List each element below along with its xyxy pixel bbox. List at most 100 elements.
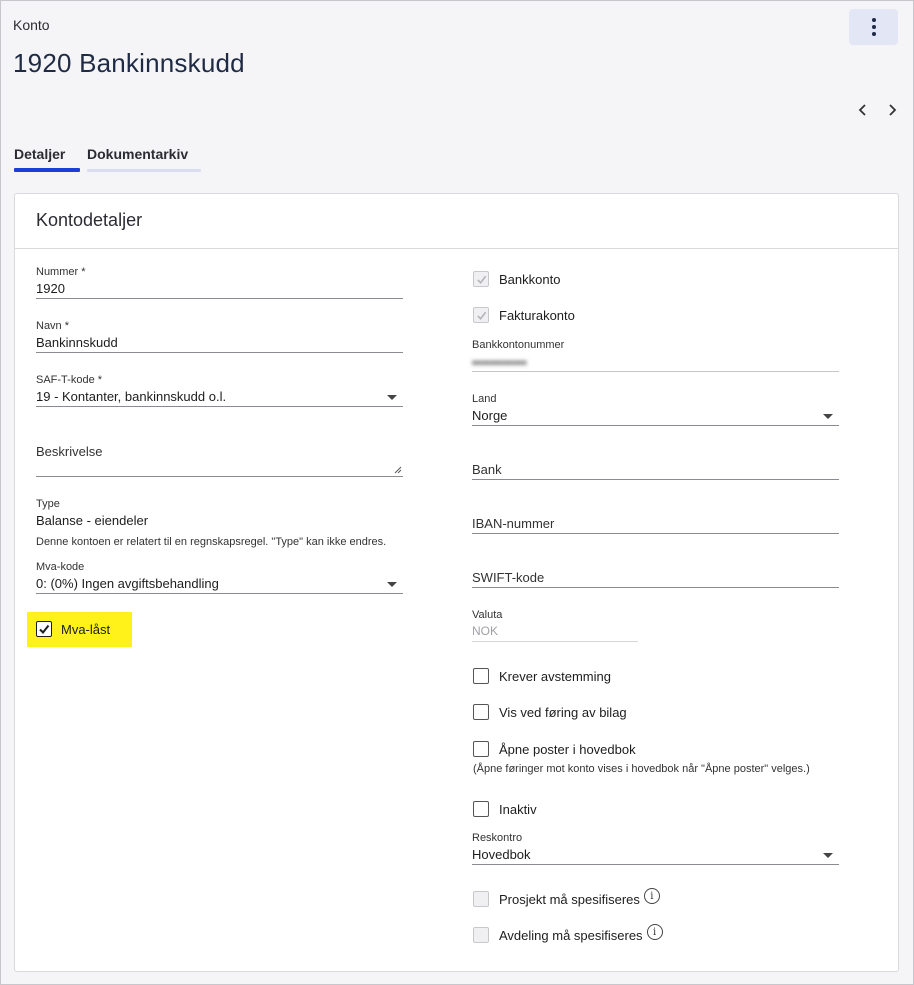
valuta-field: Valuta NOK xyxy=(472,609,638,643)
checkbox-box[interactable] xyxy=(473,271,489,287)
apne-poster-label: Åpne poster i hovedbok xyxy=(499,741,636,757)
apne-poster-checkbox[interactable]: Åpne poster i hovedbok xyxy=(473,741,636,757)
type-value: Balanse - eiendeler xyxy=(36,513,149,528)
saft-kode-value[interactable]: 19 - Kontanter, bankinnskudd o.l. xyxy=(36,389,226,404)
dropdown-caret-icon xyxy=(387,582,397,587)
bankkonto-label: Bankkonto xyxy=(499,271,561,287)
mva-last-checkbox[interactable]: Mva-låst xyxy=(36,621,110,637)
navn-field[interactable]: Navn * Bankinnskudd xyxy=(36,320,403,354)
mva-kode-label: Mva-kode xyxy=(36,561,85,573)
swift-placeholder: SWIFT-kode xyxy=(472,570,545,585)
vis-ved-foring-label: Vis ved føring av bilag xyxy=(499,704,627,720)
card-title: Kontodetaljer xyxy=(36,210,143,230)
previous-button[interactable] xyxy=(855,100,871,120)
checkbox-box[interactable] xyxy=(473,668,489,684)
type-field: Type Balanse - eiendeler xyxy=(36,498,403,528)
chevron-right-icon xyxy=(889,104,897,116)
bank-underline xyxy=(472,479,839,480)
land-label: Land xyxy=(472,393,497,405)
type-label: Type xyxy=(36,498,60,510)
prosjekt-checkbox[interactable]: Prosjekt må spesifiseres i xyxy=(473,888,660,907)
saft-kode-label: SAF-T-kode * xyxy=(36,374,103,386)
reskontro-underline xyxy=(472,864,839,865)
nummer-underline xyxy=(36,298,403,299)
land-value[interactable]: Norge xyxy=(472,408,507,423)
saft-kode-underline xyxy=(36,406,403,407)
avdeling-label: Avdeling må spesifiseres xyxy=(499,927,643,943)
navn-value[interactable]: Bankinnskudd xyxy=(36,335,118,350)
checkbox-box[interactable] xyxy=(473,801,489,817)
mva-last-label: Mva-låst xyxy=(61,621,111,637)
beskrivelse-label: Beskrivelse xyxy=(36,444,103,459)
resize-handle-icon[interactable] xyxy=(394,466,402,474)
tab-detaljer[interactable]: Detaljer xyxy=(14,146,65,162)
mva-kode-value[interactable]: 0: (0%) Ingen avgiftsbehandling xyxy=(36,576,219,591)
inaktiv-checkbox[interactable]: Inaktiv xyxy=(473,801,537,817)
breadcrumb[interactable]: Konto xyxy=(13,17,50,33)
valuta-value: NOK xyxy=(472,624,499,638)
checkbox-box[interactable] xyxy=(473,891,489,907)
tab-dokumentarkiv-indicator xyxy=(87,169,201,172)
saft-kode-select[interactable]: SAF-T-kode * 19 - Kontanter, bankinnskud… xyxy=(36,374,403,408)
navn-underline xyxy=(36,352,403,353)
swift-underline xyxy=(472,587,839,588)
swift-field[interactable]: SWIFT-kode xyxy=(472,570,839,589)
reskontro-label: Reskontro xyxy=(472,832,523,844)
land-select[interactable]: Land Norge xyxy=(472,393,839,427)
prosjekt-label: Prosjekt må spesifiseres xyxy=(499,891,640,907)
tab-detaljer-active-indicator xyxy=(14,168,80,172)
krever-avstemming-checkbox[interactable]: Krever avstemming xyxy=(473,668,611,684)
kebab-menu-icon xyxy=(871,18,876,36)
vis-ved-foring-checkbox[interactable]: Vis ved føring av bilag xyxy=(473,704,627,720)
beskrivelse-underline xyxy=(36,476,403,477)
apne-poster-hint: (Åpne føringer mot konto vises i hovedbo… xyxy=(473,763,810,775)
beskrivelse-textarea[interactable]: Beskrivelse xyxy=(36,444,403,478)
dropdown-caret-icon xyxy=(823,414,833,419)
checkbox-box[interactable] xyxy=(473,927,489,943)
reskontro-select[interactable]: Reskontro Hovedbok xyxy=(472,832,839,866)
bankkonto-checkbox[interactable]: Bankkonto xyxy=(473,271,560,287)
info-icon[interactable]: i xyxy=(643,888,660,904)
type-hint: Denne kontoen er relatert til en regnska… xyxy=(36,536,387,548)
bankkontonummer-value[interactable]: •••••••••••• xyxy=(472,355,527,370)
nummer-field[interactable]: Nummer * 1920 xyxy=(36,266,403,300)
nummer-value[interactable]: 1920 xyxy=(36,281,65,296)
checkbox-box[interactable] xyxy=(36,621,52,637)
checkmark-icon xyxy=(476,311,486,320)
bankkontonummer-underline xyxy=(472,371,839,372)
reskontro-value[interactable]: Hovedbok xyxy=(472,847,531,862)
land-underline xyxy=(472,425,839,426)
checkbox-box[interactable] xyxy=(473,307,489,323)
navn-label: Navn * xyxy=(36,320,70,332)
valuta-underline xyxy=(472,641,638,642)
avdeling-checkbox[interactable]: Avdeling må spesifiseres i xyxy=(473,924,663,943)
mva-kode-select[interactable]: Mva-kode 0: (0%) Ingen avgiftsbehandling xyxy=(36,561,403,595)
krever-avstemming-label: Krever avstemming xyxy=(499,668,611,684)
next-button[interactable] xyxy=(884,100,900,120)
card-divider xyxy=(15,248,898,249)
inaktiv-label: Inaktiv xyxy=(499,801,537,817)
chevron-left-icon xyxy=(858,104,866,116)
page-title: 1920 Bankinnskudd xyxy=(13,48,245,78)
checkbox-box[interactable] xyxy=(473,741,489,757)
tab-dokumentarkiv[interactable]: Dokumentarkiv xyxy=(87,146,188,162)
bank-field[interactable]: Bank xyxy=(472,462,839,481)
more-menu-button[interactable] xyxy=(849,9,898,45)
info-icon[interactable]: i xyxy=(646,924,663,940)
iban-underline xyxy=(472,533,839,534)
checkbox-box[interactable] xyxy=(473,704,489,720)
fakturakonto-checkbox[interactable]: Fakturakonto xyxy=(473,307,575,323)
bank-placeholder: Bank xyxy=(472,462,502,477)
dropdown-caret-icon xyxy=(387,395,397,400)
fakturakonto-label: Fakturakonto xyxy=(499,307,575,323)
valuta-label: Valuta xyxy=(472,609,503,621)
nummer-label: Nummer * xyxy=(36,266,86,278)
bankkontonummer-label: Bankkontonummer xyxy=(472,339,565,351)
checkmark-icon xyxy=(39,624,50,635)
checkmark-icon xyxy=(476,275,486,284)
iban-placeholder: IBAN-nummer xyxy=(472,516,555,531)
iban-field[interactable]: IBAN-nummer xyxy=(472,516,839,535)
mva-kode-underline xyxy=(36,593,403,594)
bankkontonummer-field[interactable]: Bankkontonummer •••••••••••• xyxy=(472,339,839,373)
dropdown-caret-icon xyxy=(823,853,833,858)
